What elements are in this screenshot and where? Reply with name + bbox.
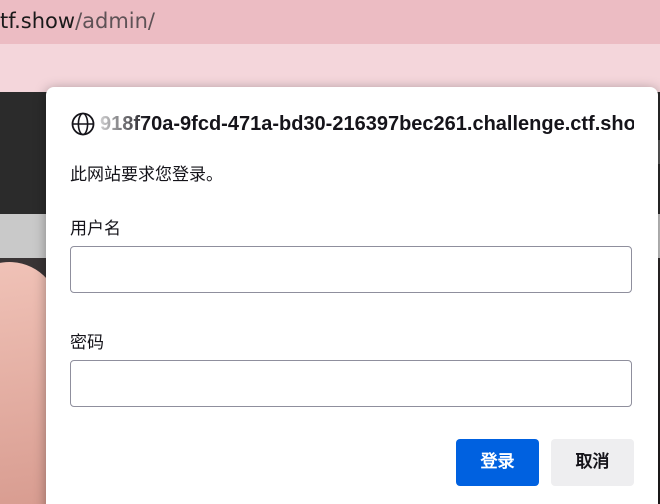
login-dialog: 918f70a-9fcd-471a-bd30-216397bec261.chal… xyxy=(46,87,658,504)
url-host: tf.show xyxy=(0,9,76,33)
globe-icon xyxy=(70,111,96,137)
login-button[interactable]: 登录 xyxy=(456,439,539,486)
cancel-button[interactable]: 取消 xyxy=(551,439,634,486)
password-label: 密码 xyxy=(70,333,104,353)
address-bar-url[interactable]: tf.show/admin/ xyxy=(0,7,155,35)
url-path: /admin/ xyxy=(75,9,156,33)
browser-window: tf.show/admin/ 918f70a-9fcd-471a-bd30-21… xyxy=(0,0,660,504)
address-bar[interactable]: tf.show/admin/ xyxy=(0,0,660,44)
username-input[interactable] xyxy=(70,246,632,293)
site-origin: 918f70a-9fcd-471a-bd30-216397bec261.chal… xyxy=(100,113,634,135)
username-label: 用户名 xyxy=(70,219,121,239)
dialog-header: 918f70a-9fcd-471a-bd30-216397bec261.chal… xyxy=(70,111,650,137)
toolbar-strip xyxy=(0,44,660,92)
password-input[interactable] xyxy=(70,360,632,407)
login-message: 此网站要求您登录。 xyxy=(70,165,223,185)
